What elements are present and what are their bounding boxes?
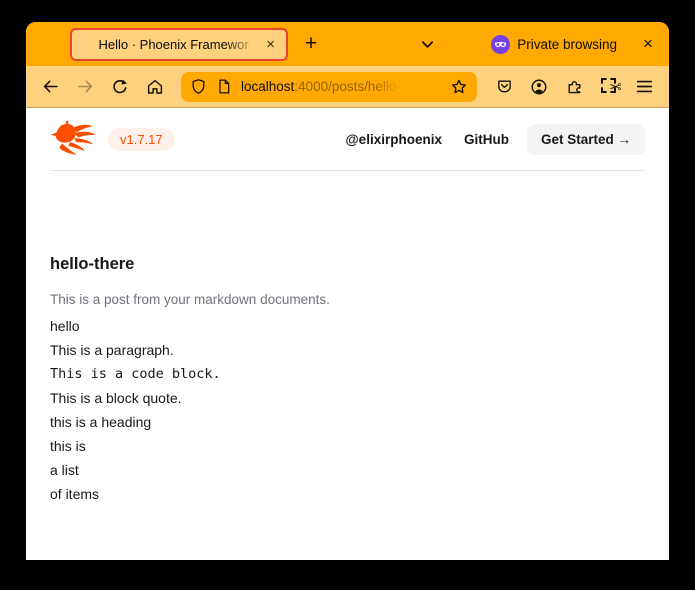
screenshot-stage: Hello · Phoenix Framewor × + Private bro…	[0, 0, 695, 590]
account-button[interactable]	[523, 72, 555, 102]
version-badge: v1.7.17	[108, 128, 175, 151]
private-browsing-badge: Private browsing	[491, 35, 617, 54]
bookmark-star-icon[interactable]	[450, 78, 468, 96]
article-subtitle: This is a post from your markdown docume…	[50, 292, 645, 307]
url-domain: localhost	[241, 79, 294, 94]
page-content: v1.7.17 @elixirphoenix GitHub Get Starte…	[26, 108, 669, 560]
private-mask-icon	[491, 35, 510, 54]
url-path: :4000/posts/hello-t	[294, 79, 404, 94]
site-info-icon[interactable]	[216, 78, 232, 95]
back-button[interactable]	[35, 72, 65, 102]
pocket-button[interactable]	[488, 72, 520, 102]
article: hello-there This is a post from your mar…	[50, 255, 645, 506]
article-line: This is a block quote.	[50, 386, 645, 410]
article-line: of items	[50, 482, 645, 506]
forward-arrow-icon	[76, 77, 95, 96]
site-header: v1.7.17 @elixirphoenix GitHub Get Starte…	[50, 108, 645, 170]
forward-button[interactable]	[70, 72, 100, 102]
browser-tab[interactable]: Hello · Phoenix Framewor ×	[70, 28, 288, 61]
article-title: hello-there	[50, 255, 645, 275]
screenshot-button[interactable]: ✂	[593, 72, 625, 102]
url-text[interactable]: localhost:4000/posts/hello-t	[241, 79, 450, 94]
article-line: This is a paragraph.	[50, 338, 645, 362]
account-icon	[530, 78, 548, 96]
home-button[interactable]	[140, 72, 170, 102]
back-arrow-icon	[41, 77, 60, 96]
article-line: hello	[50, 314, 645, 338]
get-started-button[interactable]: Get Started →	[527, 124, 645, 155]
screenshot-icon: ✂	[599, 78, 619, 96]
tab-bar: Hello · Phoenix Framewor × + Private bro…	[26, 22, 669, 66]
article-line: This is a code block.	[50, 362, 645, 386]
article-line: this is a heading	[50, 410, 645, 434]
nav-link-github[interactable]: GitHub	[464, 132, 509, 147]
nav-link-elixirphoenix[interactable]: @elixirphoenix	[346, 132, 442, 147]
article-line: a list	[50, 458, 645, 482]
browser-window: Hello · Phoenix Framewor × + Private bro…	[26, 22, 669, 560]
url-bar[interactable]: localhost:4000/posts/hello-t	[181, 72, 477, 102]
extensions-button[interactable]	[558, 72, 590, 102]
window-close-button[interactable]: ×	[635, 31, 661, 57]
pocket-icon	[496, 78, 513, 95]
tab-title: Hello · Phoenix Framewor	[84, 37, 263, 52]
hamburger-menu-icon	[636, 79, 653, 94]
chevron-down-icon	[420, 37, 435, 52]
list-all-tabs-button[interactable]	[414, 31, 440, 57]
article-lines: helloThis is a paragraph.This is a code …	[50, 314, 645, 506]
reload-icon	[111, 78, 129, 96]
phoenix-logo[interactable]	[50, 121, 97, 158]
tab-close-icon[interactable]: ×	[263, 36, 278, 53]
header-divider	[50, 170, 645, 171]
menu-button[interactable]	[628, 72, 660, 102]
private-browsing-label: Private browsing	[517, 37, 617, 52]
new-tab-button[interactable]: +	[298, 31, 324, 57]
navigation-toolbar: localhost:4000/posts/hello-t	[26, 66, 669, 108]
article-line: this is	[50, 434, 645, 458]
puzzle-piece-icon	[566, 78, 583, 95]
toolbar-right-icons: ✂	[485, 72, 660, 102]
shield-icon[interactable]	[190, 78, 207, 95]
reload-button[interactable]	[105, 72, 135, 102]
home-icon	[146, 78, 164, 96]
